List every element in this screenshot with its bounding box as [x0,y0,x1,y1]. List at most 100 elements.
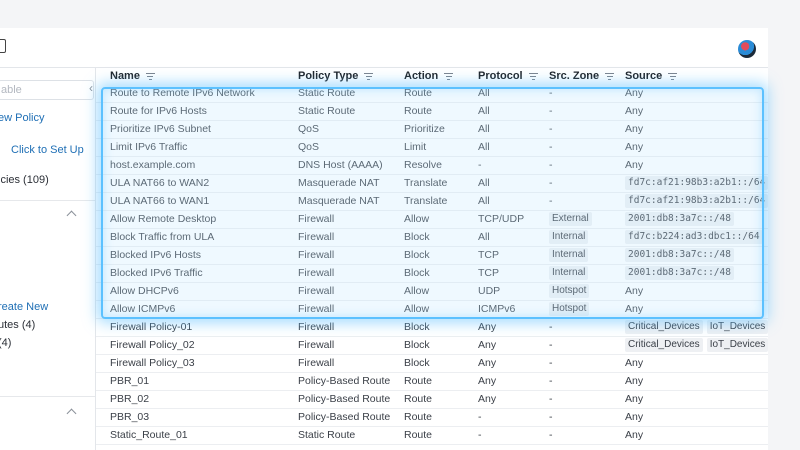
cell-action: Translate [390,192,464,211]
filter-icon[interactable] [364,72,374,80]
setup-link[interactable]: Click to Set Up [11,144,84,156]
source-value: Critical_Devices [625,320,703,334]
table-row[interactable]: ULA NAT66 to WAN1 Masquerade NAT Translate… [96,192,768,211]
cell-name: Allow DHCPv6 [96,282,284,301]
source-value: fd7c:b224:ad3:dbc1::/64 [625,230,763,244]
cell-protocol: Any [464,372,535,391]
filter-icon[interactable] [668,72,678,80]
table-row[interactable]: Allow DHCPv6 Firewall Allow UDP Hotspot Any [96,282,768,301]
filter-icon[interactable] [528,72,538,80]
source-value: Any [625,285,644,297]
cell-source: Any [611,138,768,157]
table-row[interactable]: Blocked IPv6 Traffic Firewall Block TCP Inte… [96,264,768,283]
user-avatar[interactable] [738,40,756,58]
cell-policy-type: Static Route [284,84,390,103]
cell-src-zone: Internal [535,246,611,265]
cell-protocol: - [464,408,535,427]
table-row[interactable]: Route for IPv6 Hosts Static Route Route All… [96,102,768,121]
table-row[interactable]: ULA NAT66 to WAN2 Masquerade NAT Translate… [96,174,768,193]
cell-action: Allow [390,282,464,301]
table-row[interactable]: Blocked IPv6 Hosts Firewall Block TCP Intern… [96,246,768,265]
table-row[interactable]: Static_Route_01 Static Route Route - - Any [96,426,768,445]
source-value: Any [625,86,644,99]
cell-protocol: ICMPv6 [464,300,535,319]
create-new-link[interactable]: reate New [0,301,48,313]
chevron-up-icon[interactable] [66,210,77,221]
cell-policy-type: DNS Host (AAAA) [284,156,390,175]
cell-name: Prioritize IPv6 Subnet [96,120,284,139]
cell-policy-type: Firewall [284,282,390,301]
cell-src-zone: Internal [535,264,611,283]
cell-src-zone: - [535,372,611,391]
cell-action: Route [390,390,464,409]
table-row[interactable]: host.example.com DNS Host (AAAA) Resolve - -… [96,156,768,175]
source-value: Any [625,303,644,315]
sidebar-search-input[interactable]: able [0,80,94,100]
table-row[interactable]: Route to Remote IPv6 Network Static Route… [96,84,768,103]
source-value: Any [625,411,644,423]
table-row[interactable]: PBR_03 Policy-Based Route Route - - Any [96,408,768,427]
sidebar: able ew Policy Click to Set Up icies (10… [0,68,96,450]
cell-src-zone: - [535,354,611,373]
source-value: Any [625,393,644,405]
filter-icon[interactable] [444,72,454,80]
cell-src-zone: - [535,318,611,337]
column-header-source[interactable]: Source [611,68,768,84]
table-row[interactable]: Firewall Policy-01 Firewall Block Any - Criti… [96,318,768,337]
cell-source: Any [611,120,768,139]
zone-chip: External [549,212,592,226]
cell-name: PBR_01 [96,372,284,391]
cell-policy-type: Firewall [284,228,390,247]
menu-icon[interactable] [0,39,6,53]
cell-action: Route [390,426,464,445]
filter-icon[interactable] [605,72,615,80]
cell-name: Allow Remote Desktop [96,210,284,229]
cell-name: Firewall Policy_02 [96,336,284,355]
policies-count[interactable]: icies (109) [0,174,49,186]
top-bar [0,28,768,68]
cell-name: Blocked IPv6 Hosts [96,246,284,265]
source-value: fd7c:af21:98b3:a2b1::/64 [625,194,768,208]
cell-protocol: Any [464,390,535,409]
table-row[interactable]: Block Traffic from ULA Firewall Block All In… [96,228,768,247]
table-row[interactable]: Firewall Policy_03 Firewall Block Any - Any [96,354,768,373]
cell-protocol: - [464,426,535,445]
group-count[interactable]: (4) [0,337,11,349]
table-row[interactable]: Allow ICMPv6 Firewall Allow ICMPv6 Hotspot An… [96,300,768,319]
routes-count[interactable]: utes (4) [0,319,35,331]
source-value: 2001:db8:3a7c::/48 [625,212,734,226]
column-header-action[interactable]: Action [390,68,464,84]
table-row[interactable]: Allow Remote Desktop Firewall Allow TCP/UDP… [96,210,768,229]
cell-name: Limit IPv6 Traffic [96,138,284,157]
table-row[interactable]: Prioritize IPv6 Subnet QoS Prioritize All - A… [96,120,768,139]
cell-policy-type: Policy-Based Route [284,372,390,391]
cell-name: Static_Route_01 [96,426,284,445]
cell-name: Blocked IPv6 Traffic [96,264,284,283]
cell-action: Route [390,84,464,103]
source-value: Any [625,429,644,441]
cell-src-zone: - [535,408,611,427]
cell-name: PBR_02 [96,390,284,409]
column-header-protocol[interactable]: Protocol [464,68,538,84]
zone-chip: Internal [549,248,589,262]
cell-policy-type: QoS [284,138,390,157]
column-header-policy-type[interactable]: Policy Type [284,68,390,84]
source-value: Critical_Devices [625,338,703,352]
cell-action: Resolve [390,156,464,175]
table-row[interactable]: Firewall Policy_02 Firewall Block Any - Criti… [96,336,768,355]
table-row[interactable]: Limit IPv6 Traffic QoS Limit All - Any [96,138,768,157]
sidebar-divider [0,396,95,397]
cell-action: Block [390,336,464,355]
cell-src-zone: - [535,84,611,103]
cell-protocol: - [464,156,535,175]
column-header-name[interactable]: Name [96,68,284,84]
table-row[interactable]: PBR_02 Policy-Based Route Route Any - Any [96,390,768,409]
new-policy-link[interactable]: ew Policy [0,112,44,124]
chevron-up-icon[interactable] [66,408,77,419]
column-header-src-zone[interactable]: Src. Zone [535,68,615,84]
table-row[interactable]: PBR_01 Policy-Based Route Route Any - Any [96,372,768,391]
source-value: IoT_Devices [706,338,768,352]
filter-icon[interactable] [145,72,155,80]
cell-src-zone: - [535,390,611,409]
source-value: Any [625,141,644,153]
